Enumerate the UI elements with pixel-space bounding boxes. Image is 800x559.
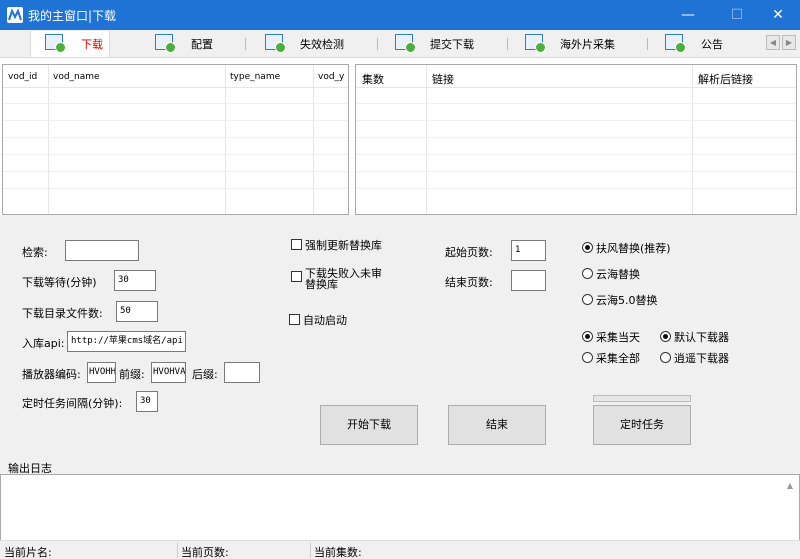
tab-icon	[665, 34, 686, 53]
api-input[interactable]: http://苹果cms域名/api	[67, 331, 186, 352]
dir-file-count-input[interactable]: 50	[116, 301, 158, 322]
timer-task-button[interactable]: 定时任务	[593, 405, 691, 445]
default-downloader-radio[interactable]	[660, 331, 671, 342]
tab-icon	[265, 34, 286, 53]
status-bar: 当前片名: 当前页数: 当前集数:	[0, 540, 800, 559]
window-title: 我的主窗口|下载	[28, 9, 117, 23]
tab-strip: 下载 配置 失效检测 提交下载 海外片采集 公告 ◀ ▶	[0, 30, 800, 58]
timer-interval-label: 定时任务间隔(分钟):	[22, 397, 123, 410]
stop-button[interactable]: 结束	[448, 405, 546, 445]
tab-label: 提交下载	[430, 38, 474, 51]
collect-all-radio[interactable]	[582, 352, 593, 363]
replace-yunhai5-radio[interactable]	[582, 294, 593, 305]
suffix-label: 后缀:	[192, 368, 218, 381]
end-page-input[interactable]	[511, 270, 546, 291]
episode-link-grid[interactable]: 集数 链接 解析后链接	[355, 64, 797, 215]
current-episode-status: 当前集数:	[314, 546, 362, 559]
replace-fufeng-radio[interactable]	[582, 242, 593, 253]
collect-today-radio[interactable]	[582, 331, 593, 342]
failed-to-unreviewed-checkbox[interactable]	[291, 271, 302, 282]
replace-yunhai-radio[interactable]	[582, 268, 593, 279]
tab-label: 海外片采集	[560, 38, 615, 51]
replace-yunhai5-label: 云海5.0替换	[596, 294, 658, 307]
tab-separator	[245, 38, 246, 50]
tab-separator	[377, 38, 378, 50]
tab-overseas-collect[interactable]: 海外片采集	[525, 31, 645, 57]
tab-scroll-right-button[interactable]: ▶	[782, 35, 796, 50]
wait-minutes-label: 下载等待(分钟)	[22, 276, 97, 289]
timer-interval-input[interactable]: 30	[136, 391, 158, 412]
player-code-label: 播放器编码:	[22, 368, 81, 381]
app-icon	[7, 7, 23, 23]
start-download-button[interactable]: 开始下载	[320, 405, 418, 445]
wait-minutes-input[interactable]: 30	[114, 270, 156, 291]
title-bar: 我的主窗口|下载 — ☐ ✕	[0, 0, 800, 30]
force-update-checkbox[interactable]	[291, 239, 302, 250]
video-list-grid[interactable]: vod_id vod_name type_name vod_y	[2, 64, 349, 215]
scroll-up-arrow-icon[interactable]: ▲	[787, 481, 793, 490]
column-header-type-name[interactable]: type_name	[230, 72, 310, 82]
output-log-textarea[interactable]: ▲	[0, 474, 800, 542]
tab-invalid-check[interactable]: 失效检测	[265, 31, 375, 57]
tab-icon	[45, 34, 66, 53]
column-header-vod-year[interactable]: vod_y	[318, 72, 348, 82]
xiaoyao-downloader-label: 逍遥下载器	[674, 352, 729, 365]
force-update-label: 强制更新替换库	[305, 239, 382, 252]
tab-label: 下载	[81, 38, 103, 51]
collect-all-label: 采集全部	[596, 352, 640, 365]
replace-yunhai-label: 云海替换	[596, 268, 640, 281]
minimize-button[interactable]: —	[665, 0, 711, 30]
status-divider	[177, 543, 178, 558]
tab-icon	[155, 34, 176, 53]
auto-start-checkbox[interactable]	[289, 314, 300, 325]
api-label: 入库api:	[22, 337, 65, 350]
current-page-status: 当前页数:	[181, 546, 229, 559]
prefix-label: 前缀:	[119, 368, 145, 381]
dir-file-count-label: 下载目录文件数:	[22, 307, 103, 320]
tab-config[interactable]: 配置	[155, 31, 245, 57]
search-label: 检索:	[22, 246, 48, 259]
maximize-button[interactable]: ☐	[714, 0, 760, 30]
replace-fufeng-label: 扶风替换(推荐)	[596, 242, 671, 255]
suffix-input[interactable]	[224, 362, 260, 383]
column-header-episode[interactable]: 集数	[362, 71, 384, 87]
tab-scroll-left-button[interactable]: ◀	[766, 35, 780, 50]
tab-submit-download[interactable]: 提交下载	[395, 31, 505, 57]
collect-today-label: 采集当天	[596, 331, 640, 344]
tab-icon	[525, 34, 546, 53]
tab-label: 失效检测	[300, 38, 344, 51]
auto-start-label: 自动启动	[303, 314, 347, 327]
column-header-vod-name[interactable]: vod_name	[53, 72, 223, 82]
tab-download[interactable]: 下载	[30, 31, 110, 57]
column-header-vod-id[interactable]: vod_id	[8, 72, 46, 82]
tab-separator	[507, 38, 508, 50]
tab-announcement[interactable]: 公告	[665, 31, 735, 57]
column-header-parsed-link[interactable]: 解析后链接	[698, 71, 753, 87]
player-code-input[interactable]: HVOHH	[87, 362, 116, 383]
xiaoyao-downloader-radio[interactable]	[660, 352, 671, 363]
task-progress-bar	[593, 395, 691, 402]
default-downloader-label: 默认下载器	[674, 331, 729, 344]
prefix-input[interactable]: HVOHVA	[151, 362, 186, 383]
tab-label: 配置	[191, 38, 213, 51]
status-divider	[310, 543, 311, 558]
start-page-label: 起始页数:	[445, 246, 493, 259]
tab-separator	[647, 38, 648, 50]
current-title-status: 当前片名:	[4, 546, 52, 559]
end-page-label: 结束页数:	[445, 276, 493, 289]
tab-icon	[395, 34, 416, 53]
failed-to-unreviewed-label-line2: 替换库	[305, 278, 338, 291]
close-button[interactable]: ✕	[755, 0, 800, 30]
tab-label: 公告	[701, 38, 723, 51]
search-input[interactable]	[65, 240, 139, 261]
start-page-input[interactable]: 1	[511, 240, 546, 261]
column-header-link[interactable]: 链接	[432, 71, 454, 87]
